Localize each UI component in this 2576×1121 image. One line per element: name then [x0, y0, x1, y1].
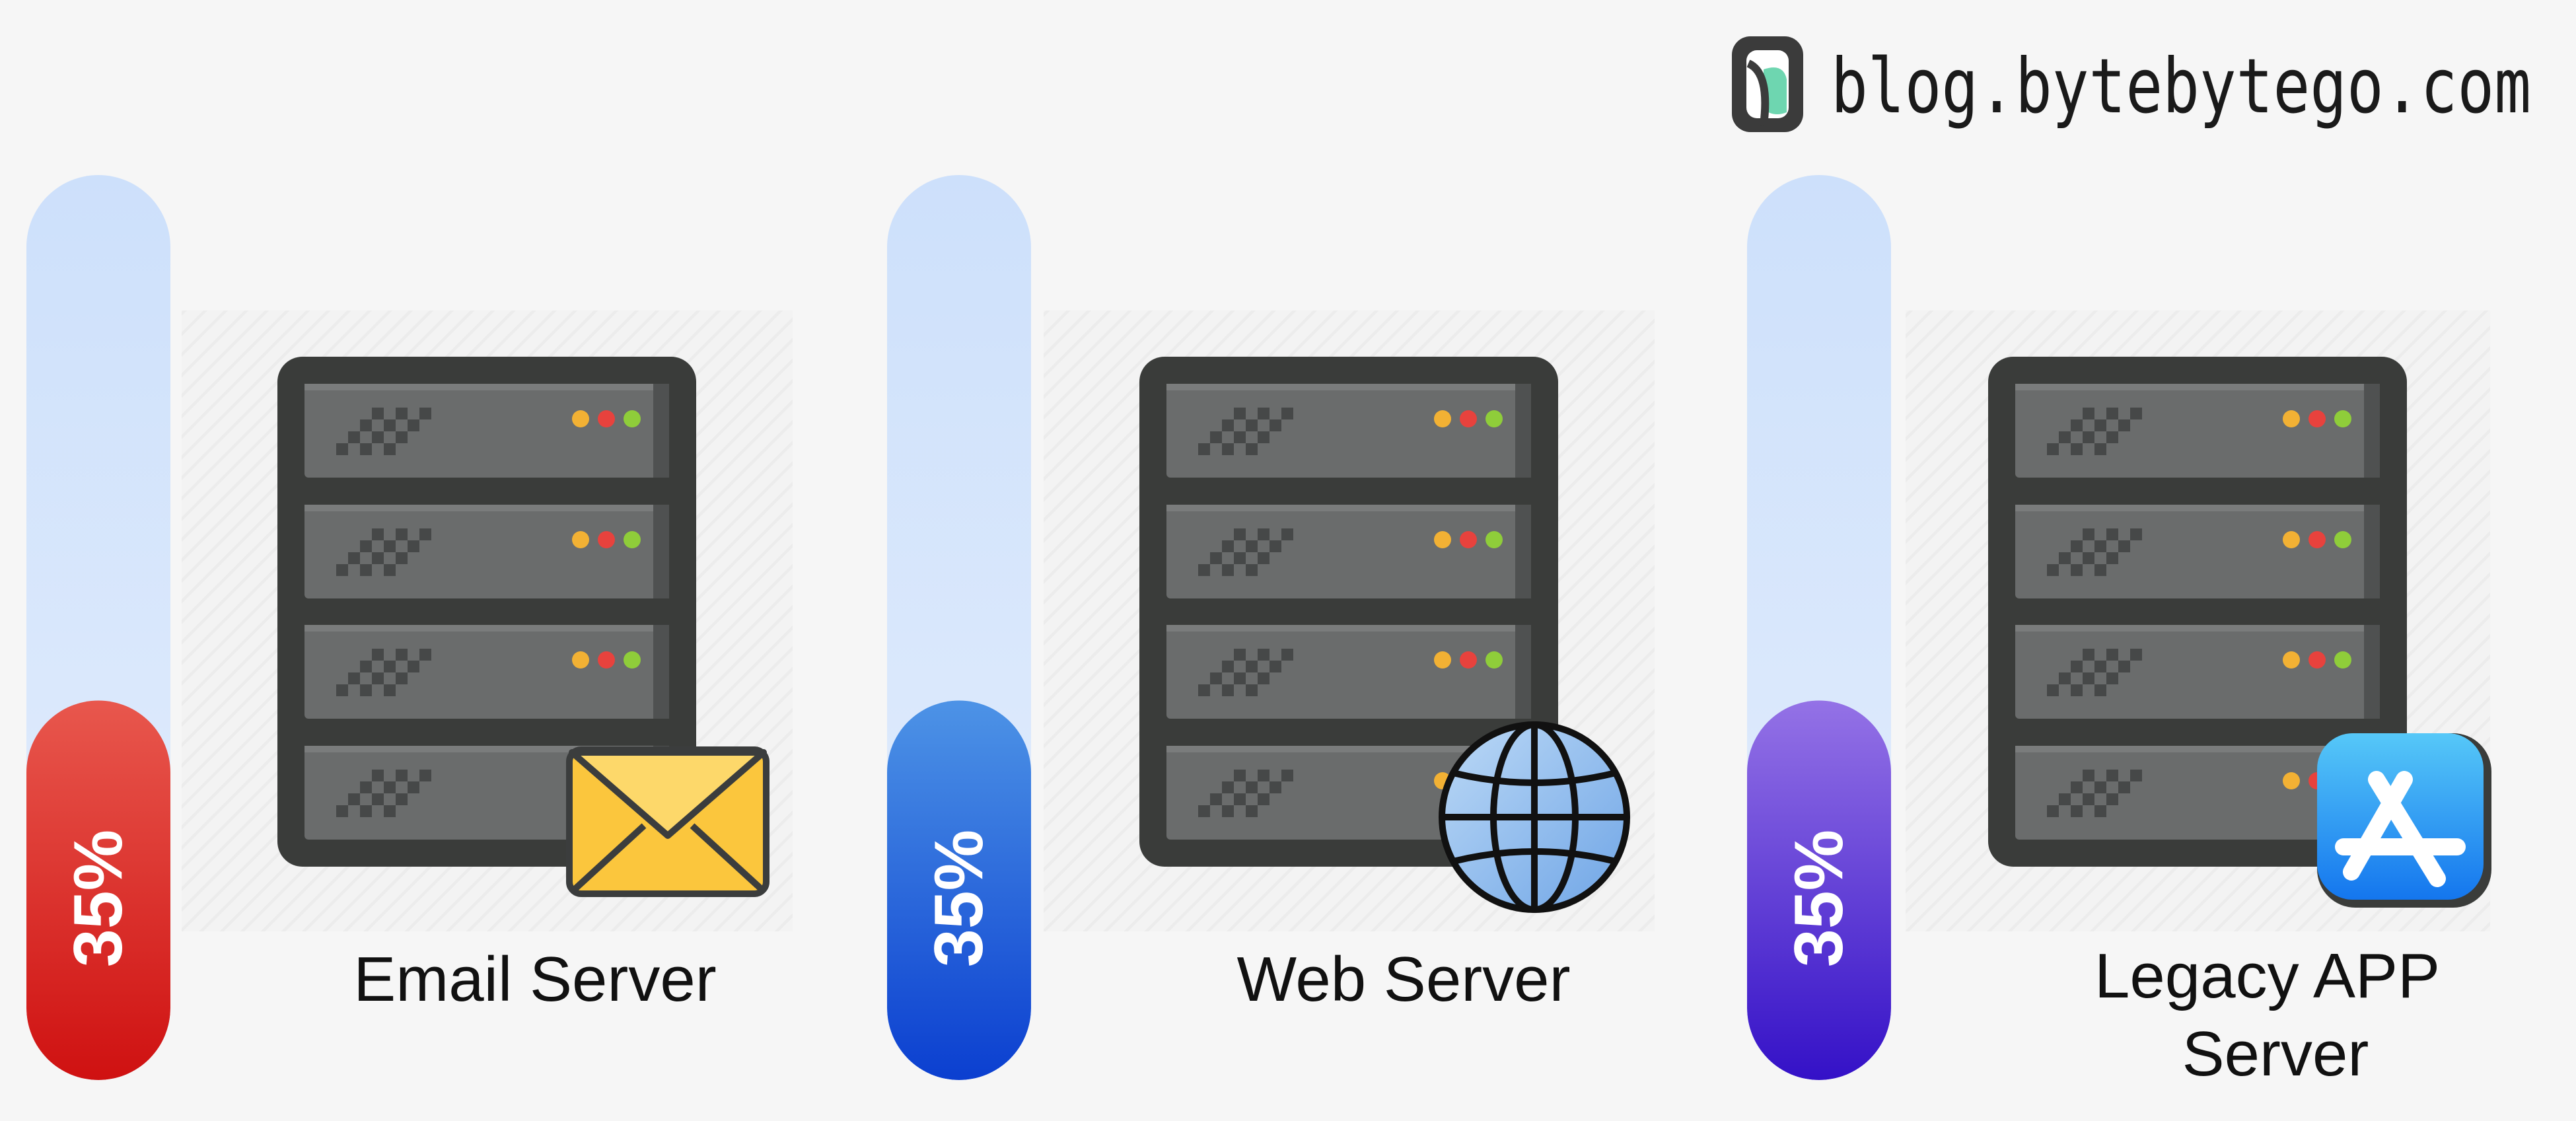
diagram-canvas: blog.bytebytego.com 35% Email Server 35%… — [0, 0, 2576, 1121]
utilization-label: 35% — [60, 830, 137, 967]
utilization-label: 35% — [1781, 830, 1857, 967]
app-store-icon — [2317, 733, 2491, 908]
envelope-icon — [566, 746, 769, 897]
utilization-gauge: 35% — [26, 175, 170, 1080]
utilization-gauge: 35% — [887, 175, 1031, 1080]
server-utilization-diagram: blog.bytebytego.com 35% Email Server 35%… — [26, 36, 2531, 1089]
server-label: Web Server — [1236, 944, 1570, 1015]
utilization-gauge: 35% — [1747, 175, 1891, 1080]
server-label: Legacy APP Server — [2094, 941, 2456, 1089]
server-label: Email Server — [353, 944, 716, 1015]
globe-icon — [1439, 721, 1630, 913]
brand-site-text[interactable]: blog.bytebytego.com — [1831, 42, 2531, 130]
bytebytego-logo-icon — [1732, 36, 1803, 132]
utilization-label: 35% — [921, 830, 997, 967]
